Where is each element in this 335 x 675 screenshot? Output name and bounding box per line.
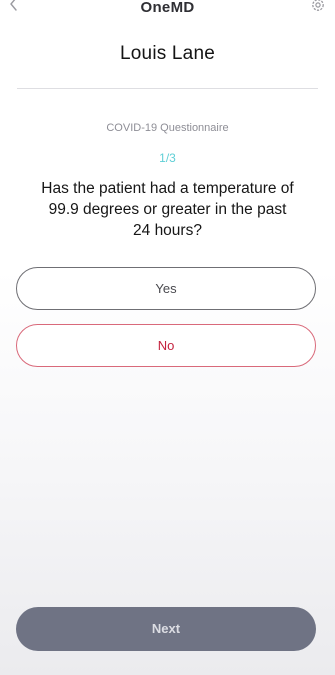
progress-step: 1/3 [159, 151, 176, 165]
next-button[interactable]: Next [16, 607, 316, 651]
no-button[interactable]: No [16, 324, 316, 367]
patient-name: Louis Lane [120, 43, 215, 64]
top-bar: OneMD [0, 0, 335, 20]
app-title: OneMD [140, 0, 195, 16]
gear-icon[interactable] [310, 0, 326, 13]
yes-button[interactable]: Yes [16, 267, 316, 310]
questionnaire-title: COVID-19 Questionnaire [106, 122, 229, 134]
question-text: Has the patient had a temperature of 99.… [41, 180, 294, 239]
divider [17, 88, 318, 89]
